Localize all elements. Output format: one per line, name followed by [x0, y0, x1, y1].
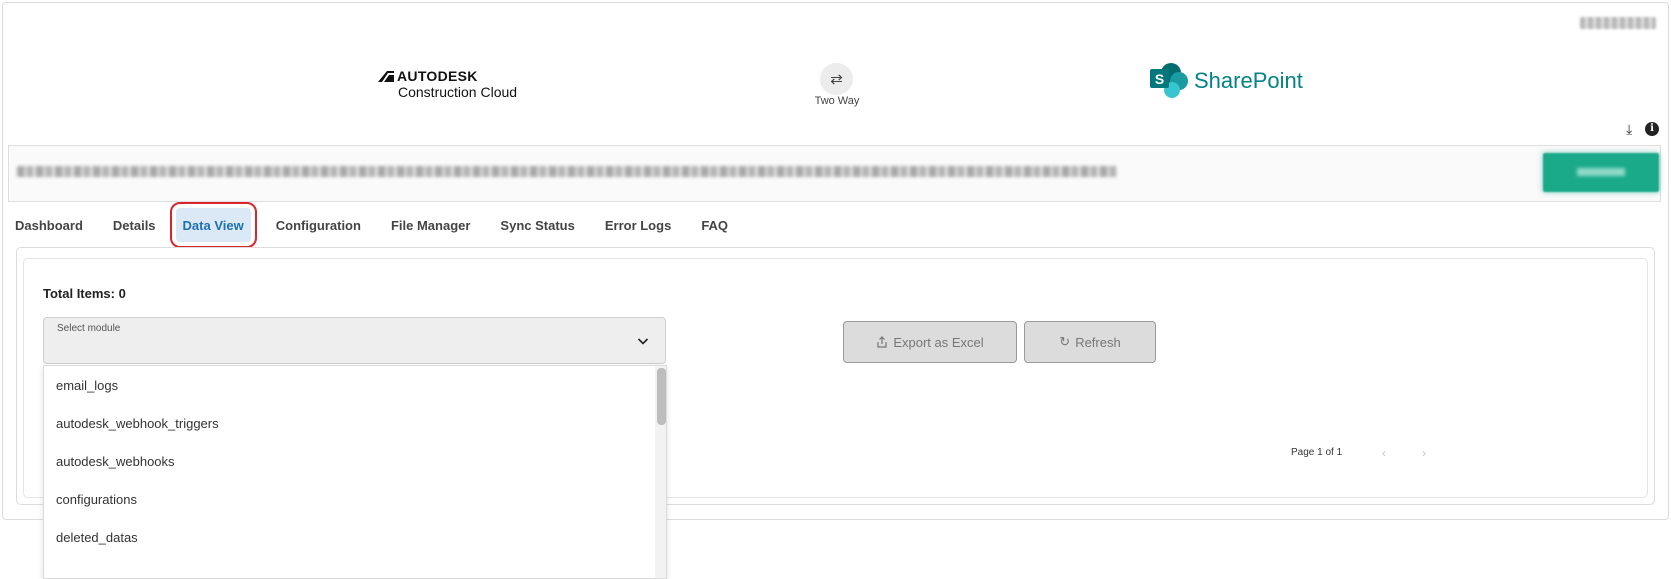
- dropdown-option[interactable]: deleted_datas: [56, 530, 138, 545]
- refresh-label: Refresh: [1075, 334, 1121, 350]
- chevron-down-icon: [637, 338, 649, 345]
- chevron-right-icon[interactable]: ›: [1422, 446, 1426, 460]
- sharepoint-logo: S SharePoint: [1150, 62, 1303, 100]
- sharepoint-wordmark: SharePoint: [1194, 68, 1303, 93]
- tab-dashboard[interactable]: Dashboard: [8, 208, 90, 242]
- export-excel-label: Export as Excel: [893, 334, 984, 350]
- svg-text:S: S: [1155, 71, 1164, 87]
- sharepoint-mark-icon: S: [1150, 63, 1188, 98]
- sync-direction-label: Two Way: [814, 95, 860, 107]
- banner-text-redacted: [17, 166, 1117, 177]
- tab-sync-status[interactable]: Sync Status: [493, 208, 581, 242]
- pagination-text: Page 1 of 1: [1291, 447, 1343, 458]
- autodesk-wordmark: AUTODESK: [397, 68, 478, 84]
- refresh-icon: ↻: [1059, 334, 1071, 349]
- info-icon[interactable]: i: [1645, 122, 1659, 136]
- banner-action-button[interactable]: [1543, 153, 1659, 192]
- autodesk-product-name: Construction Cloud: [398, 84, 518, 100]
- tab-bar: Dashboard Details Data View Configuratio…: [8, 202, 751, 248]
- module-dropdown-list: email_logs autodesk_webhook_triggers aut…: [43, 365, 667, 579]
- tab-error-logs[interactable]: Error Logs: [598, 208, 678, 242]
- announcement-banner: [8, 145, 1661, 202]
- dropdown-option[interactable]: autodesk_webhooks: [56, 454, 175, 469]
- dropdown-option[interactable]: email_logs: [56, 378, 118, 393]
- refresh-button[interactable]: ↻ Refresh: [1024, 321, 1156, 363]
- user-name-redacted[interactable]: [1580, 17, 1656, 29]
- tab-faq[interactable]: FAQ: [694, 208, 735, 242]
- export-excel-button[interactable]: Export as Excel: [843, 321, 1017, 363]
- upload-icon: [877, 336, 887, 348]
- chevron-left-icon[interactable]: ‹: [1382, 446, 1386, 460]
- module-select-label: Select module: [57, 323, 121, 334]
- dropdown-option[interactable]: autodesk_webhook_triggers: [56, 416, 219, 431]
- tab-file-manager[interactable]: File Manager: [384, 208, 477, 242]
- scrollbar-thumb[interactable]: [657, 368, 666, 425]
- collapse-icon[interactable]: ⤓: [1626, 121, 1632, 138]
- autodesk-logo: AUTODESK Construction Cloud: [378, 69, 517, 100]
- tab-details[interactable]: Details: [106, 208, 163, 242]
- swap-arrows-icon[interactable]: ⇄: [820, 63, 853, 95]
- autodesk-mark-icon: [378, 71, 394, 82]
- dropdown-scrollbar[interactable]: [655, 366, 666, 578]
- total-items-count: Total Items: 0: [43, 286, 126, 301]
- module-select[interactable]: Select module: [43, 317, 666, 364]
- dropdown-option[interactable]: configurations: [56, 492, 137, 507]
- tab-data-view[interactable]: Data View: [169, 202, 257, 248]
- tab-configuration[interactable]: Configuration: [269, 208, 368, 242]
